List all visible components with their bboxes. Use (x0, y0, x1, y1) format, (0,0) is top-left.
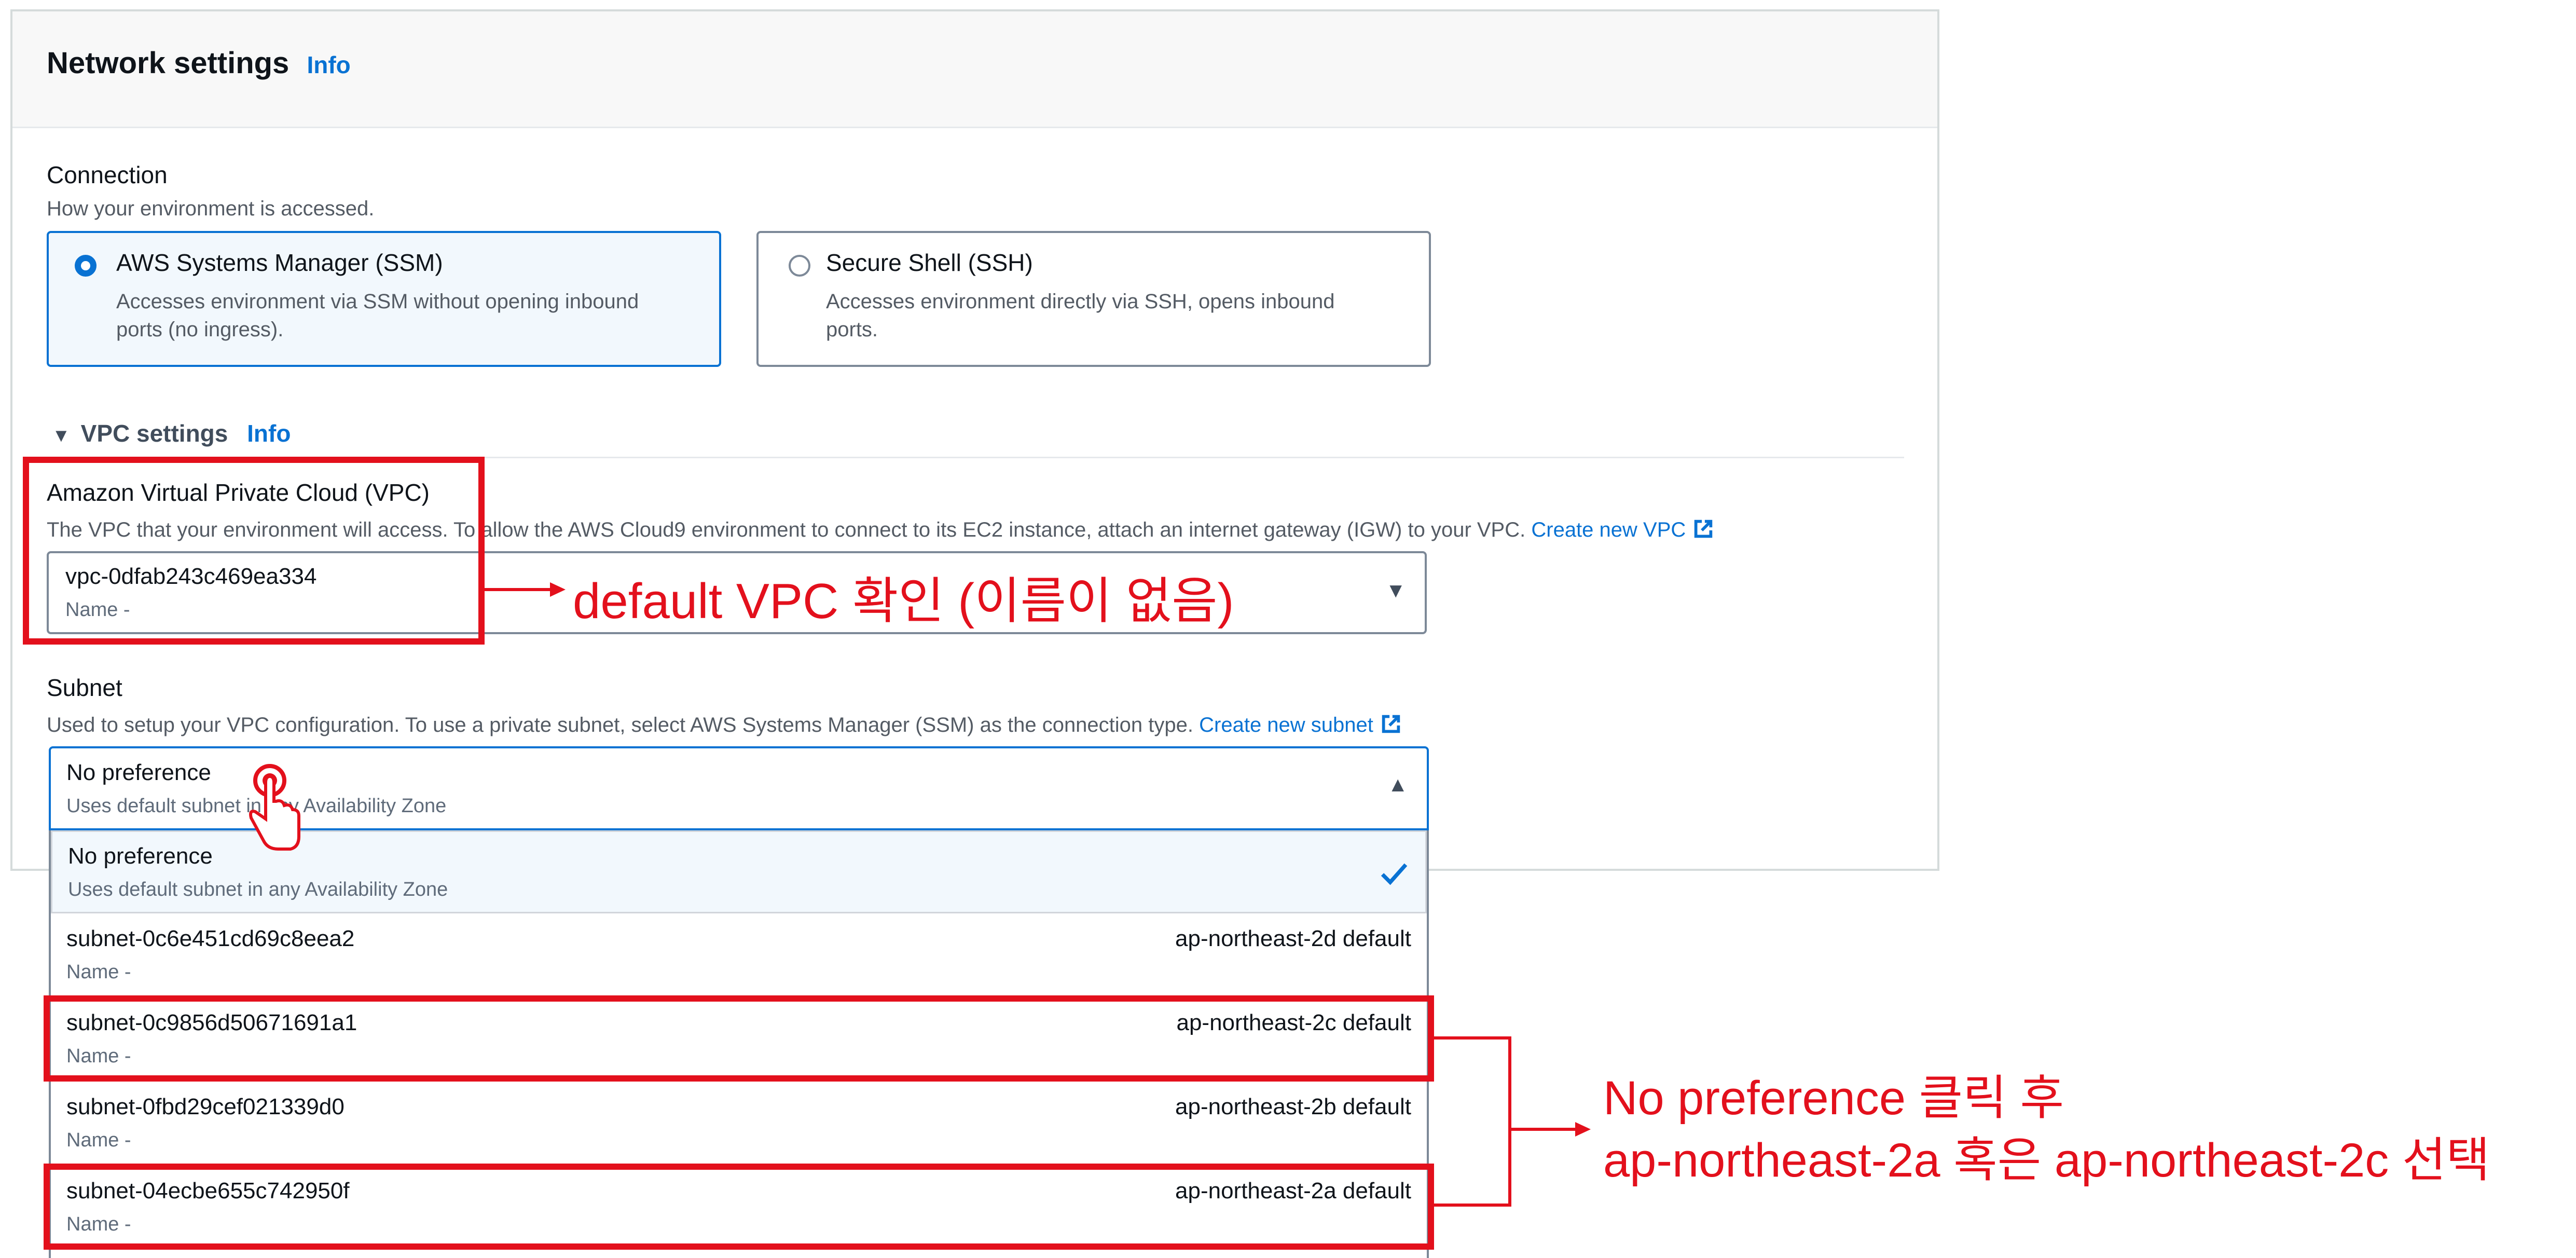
subnet-annotation-text: No preference 클릭 후 ap-northeast-2a 혹은 ap… (1603, 1067, 2490, 1192)
subnet-annotation-line-2: ap-northeast-2a 혹은 ap-northeast-2c 선택 (1603, 1134, 2490, 1187)
subnet-annotation-line-1: No preference 클릭 후 (1603, 1072, 2064, 1125)
subnet-bracket (1434, 1036, 1511, 1207)
vpc-arrow-head (550, 582, 566, 597)
vpc-annotation-text: default VPC 확인 (이름이 없음) (573, 573, 1234, 629)
subnet-arrow-head (1575, 1122, 1591, 1137)
